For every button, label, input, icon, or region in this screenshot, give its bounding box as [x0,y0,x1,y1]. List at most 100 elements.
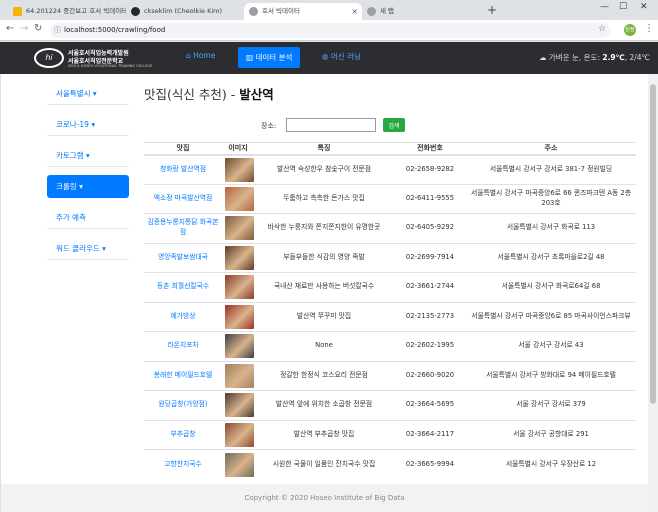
feature-cell: 두툼하고 촉촉한 돈가스 맛집 [254,183,394,214]
phone-cell: 02-2658-9282 [394,154,466,184]
sidebar-item-wordcloud[interactable]: 워드 클라우드 ▾ [47,237,129,260]
image-cell [222,419,254,450]
sidebar-item-seoul[interactable]: 서울특별시 ▾ [47,82,129,105]
logo-mark-icon: hi [34,48,64,68]
scrollbar-thumb[interactable] [650,84,656,404]
restaurant-name-link[interactable]: 부추곱창 [144,419,222,450]
restaurant-name-link[interactable]: 예가방상 [144,301,222,332]
restaurant-name-link[interactable]: 등촌 최월선칼국수 [144,272,222,302]
browser-menu-icon[interactable]: ⋮ [644,23,654,34]
food-photo[interactable] [225,452,254,477]
school-logo[interactable]: hi 서울호서직업능력개발원 서울호서직업전문학교 SEOUL HOSEO VO… [34,46,156,70]
food-photo[interactable] [225,275,254,300]
bookmark-star-icon[interactable]: ☆ [598,24,606,34]
food-photo[interactable] [225,216,254,241]
food-photo[interactable] [225,422,254,447]
sidebar-item-crawling[interactable]: 크롤링 ▾ [47,175,129,198]
restaurant-name-link[interactable]: 영앙족발보쌈대국 [144,242,222,273]
feature-cell: 발산역 쭈꾸미 맛집 [254,301,394,332]
food-photo[interactable] [225,393,254,418]
feature-cell: 국내산 재료만 사용하는 버섯칼국수 [254,272,394,302]
feature-cell: 발산역 부추곱창 맛집 [254,419,394,450]
page-title: 맛집(식신 추천) - 발산역 [144,87,274,102]
info-icon[interactable]: ⓘ [54,23,61,38]
reload-icon[interactable]: ↻ [34,23,42,34]
food-photo[interactable] [225,334,254,359]
place-name: 발산역 [239,87,274,102]
back-icon[interactable]: ← [6,23,14,34]
image-cell [222,242,254,273]
browser-tab[interactable]: ckseklim (Cheolkie Kim) [126,3,244,20]
new-tab-button[interactable]: + [487,3,497,17]
restaurant-table: 맛집 이미지 특징 전화번호 주소 청화랑 발산역점 발산역 숙성한우 참숯구이 … [144,142,636,479]
nav-home-link[interactable]: ⌂ Home [186,51,215,60]
weather-temp: 2.9℃ [602,53,625,62]
col-header-image: 이미지 [222,142,254,156]
feature-cell: None [254,331,394,361]
image-cell [222,183,254,214]
globe-icon: ◍ [322,52,331,61]
minimize-icon[interactable]: — [600,2,609,12]
feature-cell: 부들부들한 식감의 영양 족발 [254,242,394,273]
table-row: 라온지포차 None 02-2602-1995 서울 강서구 강서로 43 [144,331,636,361]
maximize-icon[interactable]: ☐ [619,2,627,12]
globe-icon [249,7,258,16]
weather-display: ☁ 가벼운 눈, 온도: 2.9℃, 2/4℃ [539,53,650,62]
address-cell: 서울 강서구 강서로 379 [466,390,636,420]
nav-machine-learning-link[interactable]: ◍ 머신 러닝 [322,51,361,62]
table-row: 청화랑 발산역점 발산역 숙성한우 참숯구이 전문점 02-2658-9282 서울특… [144,154,636,184]
nav-data-analysis-link[interactable]: ▥ 데이터 분석 [238,47,301,68]
image-cell [222,449,254,479]
close-tab-icon[interactable]: × [351,3,358,20]
sidebar-item-cartogram[interactable]: 카토그램 ▾ [47,144,129,167]
page-scrollbar[interactable] [648,74,658,512]
profile-avatar[interactable]: 원정 [624,24,636,36]
restaurant-name-link[interactable]: 봉래헌 메이필드호텔 [144,360,222,391]
globe-icon [367,7,376,16]
col-header-phone: 전화번호 [394,142,466,156]
restaurant-name-link[interactable]: 라온지포차 [144,331,222,361]
address-cell: 서울특별시 강서구 마곡중앙6로 85 마곡사이언스파크뷰 [466,301,636,332]
restaurant-name-link[interactable]: 엑소정 마곡발산역점 [144,183,222,214]
address-cell: 서울특별시 강서구 방화대로 94 메이필드호텔 [466,360,636,391]
browser-tab-active[interactable]: 호서 빅데이터 × [244,3,362,20]
search-button[interactable]: 검색 [383,118,405,132]
table-row: 부추곱창 발산역 부추곱창 맛집 02-3664-2117 서울 강서구 공항대로 2… [144,419,636,450]
browser-tab-label: 새 탭 [380,7,395,15]
forward-icon[interactable]: → [20,23,28,34]
table-header-row: 맛집 이미지 특징 전화번호 주소 [144,142,636,156]
close-window-icon[interactable]: ✕ [640,2,648,12]
place-input[interactable] [286,118,376,132]
image-cell [222,213,254,243]
browser-tab-label: 64.201224 중간보고 호서 빅데이터 [26,7,126,15]
table-row: 원당곱창(가양점) 발산역 앞에 위치한 소곱창 전문점 02-3664-5695 서… [144,390,636,420]
phone-cell: 02-2602-1995 [394,331,466,361]
browser-tab[interactable]: 새 탭 [362,3,480,20]
feature-cell: 바삭한 누룽지와 쫀지쫀지한이 유명한곳 [254,213,394,243]
weather-cloud-icon: ☁ [539,53,549,62]
food-photo[interactable] [225,304,254,329]
food-photo[interactable] [225,157,254,182]
restaurant-name-link[interactable]: 고향찬치국수 [144,449,222,479]
image-cell [222,331,254,361]
address-bar[interactable]: ⓘ localhost:5000/crawling/food [50,23,610,38]
sidebar-item-stock[interactable]: 주가 예측 [47,206,129,229]
restaurant-name-link[interactable]: 청화랑 발산역점 [144,154,222,184]
food-photo[interactable] [225,186,254,211]
feature-cell: 시원한 국물이 일품인 잔치국수 맛집 [254,449,394,479]
restaurant-name-link[interactable]: 원당곱창(가양점) [144,390,222,420]
site-navbar: hi 서울호서직업능력개발원 서울호서직업전문학교 SEOUL HOSEO VO… [0,42,658,74]
sidebar-item-covid[interactable]: 코로나-19 ▾ [47,113,129,136]
image-cell [222,301,254,332]
feature-cell: 발산역 앞에 위치한 소곱창 전문점 [254,390,394,420]
restaurant-name-link[interactable]: 김중용누룽지통닭 화곡본점 [144,213,222,243]
address-cell: 서울특별시 강서구 초록마을로2길 48 [466,242,636,273]
sidebar: 서울특별시 ▾ 코로나-19 ▾ 카토그램 ▾ 크롤링 ▾ 주가 예측 워드 클… [47,82,129,268]
table-row: 김중용누룽지통닭 화곡본점 바삭한 누룽지와 쫀지쫀지한이 유명한곳 02-6405… [144,213,636,243]
document-icon [13,7,22,16]
browser-tab[interactable]: 64.201224 중간보고 호서 빅데이터 [8,3,126,20]
phone-cell: 02-3661-2744 [394,272,466,302]
food-photo[interactable] [225,245,254,270]
image-cell [222,360,254,391]
food-photo[interactable] [225,363,254,388]
